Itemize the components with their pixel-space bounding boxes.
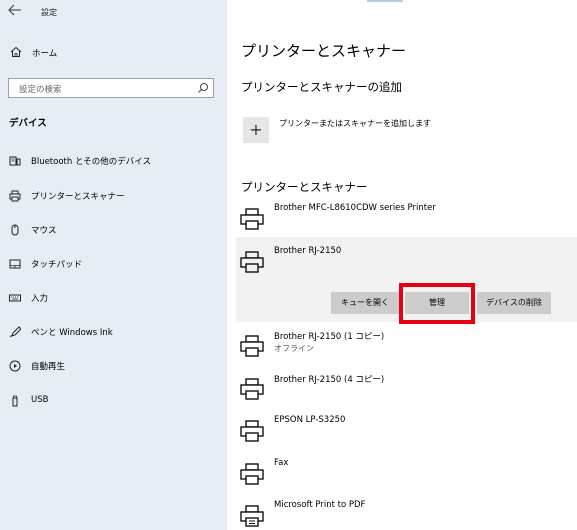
printer-item[interactable]: Brother RJ-2150 (4 コピー) bbox=[236, 373, 562, 403]
printer-name: Brother MFC-L8610CDW series Printer bbox=[274, 203, 436, 213]
pen-icon bbox=[9, 326, 21, 338]
printer-name: Brother RJ-2150 (4 コピー) bbox=[274, 375, 385, 385]
sidebar-item-bluetooth[interactable]: Bluetooth とその他のデバイス bbox=[0, 150, 227, 172]
pdf-printer-icon bbox=[240, 505, 264, 527]
page-title: プリンターとスキャナー bbox=[241, 42, 407, 60]
title-bar: 設定 bbox=[0, 0, 227, 26]
sidebar-item-mouse[interactable]: マウス bbox=[0, 219, 227, 241]
printer-name: Fax bbox=[274, 458, 289, 468]
section-title-devices: デバイス bbox=[9, 118, 47, 129]
home-label: ホーム bbox=[32, 49, 58, 59]
printer-icon bbox=[240, 378, 264, 400]
printer-name: Microsoft Print to PDF bbox=[274, 500, 366, 510]
sidebar: 設定 ホーム 設定の検索 デバイス Bluetooth とその他のデバイス プリ… bbox=[0, 0, 227, 530]
sidebar-item-input[interactable]: 入力 bbox=[0, 287, 227, 309]
printer-item[interactable]: Microsoft Print to PDF bbox=[236, 500, 562, 530]
sidebar-item-label: マウス bbox=[31, 226, 57, 236]
search-input[interactable]: 設定の検索 bbox=[8, 78, 214, 98]
touchpad-icon bbox=[9, 259, 21, 269]
window-title: 設定 bbox=[41, 8, 57, 17]
top-scroll-indicator bbox=[367, 0, 403, 2]
usb-icon bbox=[12, 395, 18, 407]
main-content: プリンターとスキャナー プリンターとスキャナーの追加 + プリンターまたはスキャ… bbox=[227, 0, 577, 530]
bluetooth-devices-icon bbox=[9, 156, 21, 166]
printer-item-selected[interactable]: Brother RJ-2150 bbox=[236, 246, 562, 276]
sidebar-item-label: Bluetooth とその他のデバイス bbox=[31, 157, 151, 167]
remove-device-button[interactable]: デバイスの削除 bbox=[477, 292, 551, 314]
printer-status: オフライン bbox=[274, 344, 314, 353]
add-printer-label[interactable]: プリンターまたはスキャナーを追加します bbox=[279, 118, 431, 129]
printer-icon bbox=[9, 190, 21, 202]
sidebar-item-printers[interactable]: プリンターとスキャナー bbox=[0, 185, 227, 207]
search-icon bbox=[198, 83, 208, 93]
autoplay-icon bbox=[9, 360, 21, 372]
search-placeholder: 設定の検索 bbox=[19, 85, 62, 95]
printer-name: EPSON LP-S3250 bbox=[274, 415, 346, 425]
sidebar-item-label: 入力 bbox=[31, 294, 49, 304]
sidebar-item-label: プリンターとスキャナー bbox=[31, 192, 125, 202]
sidebar-item-home[interactable]: ホーム bbox=[0, 42, 227, 64]
back-arrow-icon bbox=[8, 4, 21, 16]
plus-icon: + bbox=[249, 120, 263, 139]
sidebar-item-label: 自動再生 bbox=[31, 362, 66, 372]
add-section-heading: プリンターとスキャナーの追加 bbox=[241, 80, 402, 94]
sidebar-item-label: USB bbox=[31, 395, 49, 405]
back-button[interactable] bbox=[8, 4, 26, 20]
sidebar-item-label: ペンと Windows Ink bbox=[31, 328, 113, 338]
printer-icon bbox=[240, 463, 264, 485]
printer-icon bbox=[240, 208, 264, 230]
sidebar-item-autoplay[interactable]: 自動再生 bbox=[0, 355, 227, 377]
keyboard-icon bbox=[9, 294, 21, 302]
sidebar-item-touchpad[interactable]: タッチパッド bbox=[0, 253, 227, 275]
sidebar-item-label: タッチパッド bbox=[31, 260, 83, 270]
printer-item[interactable]: Brother RJ-2150 (1 コピー) オフライン bbox=[236, 330, 562, 360]
manage-highlight-box bbox=[399, 283, 475, 324]
printer-icon bbox=[240, 335, 264, 357]
sidebar-item-usb[interactable]: USB bbox=[0, 390, 227, 412]
mouse-icon bbox=[11, 224, 19, 236]
printer-icon bbox=[240, 420, 264, 442]
add-printer-button[interactable]: + bbox=[243, 117, 269, 143]
open-queue-button[interactable]: キューを開く bbox=[331, 292, 399, 314]
printer-item[interactable]: Brother MFC-L8610CDW series Printer bbox=[236, 203, 562, 233]
printer-name: Brother RJ-2150 (1 コピー) bbox=[274, 332, 385, 342]
printer-name: Brother RJ-2150 bbox=[274, 246, 342, 256]
printer-item[interactable]: EPSON LP-S3250 bbox=[236, 415, 562, 445]
printer-icon bbox=[240, 251, 264, 273]
home-icon bbox=[10, 46, 22, 57]
sidebar-item-pen[interactable]: ペンと Windows Ink bbox=[0, 321, 227, 343]
printer-list-heading: プリンターとスキャナー bbox=[241, 180, 368, 194]
printer-item[interactable]: Fax bbox=[236, 458, 562, 488]
